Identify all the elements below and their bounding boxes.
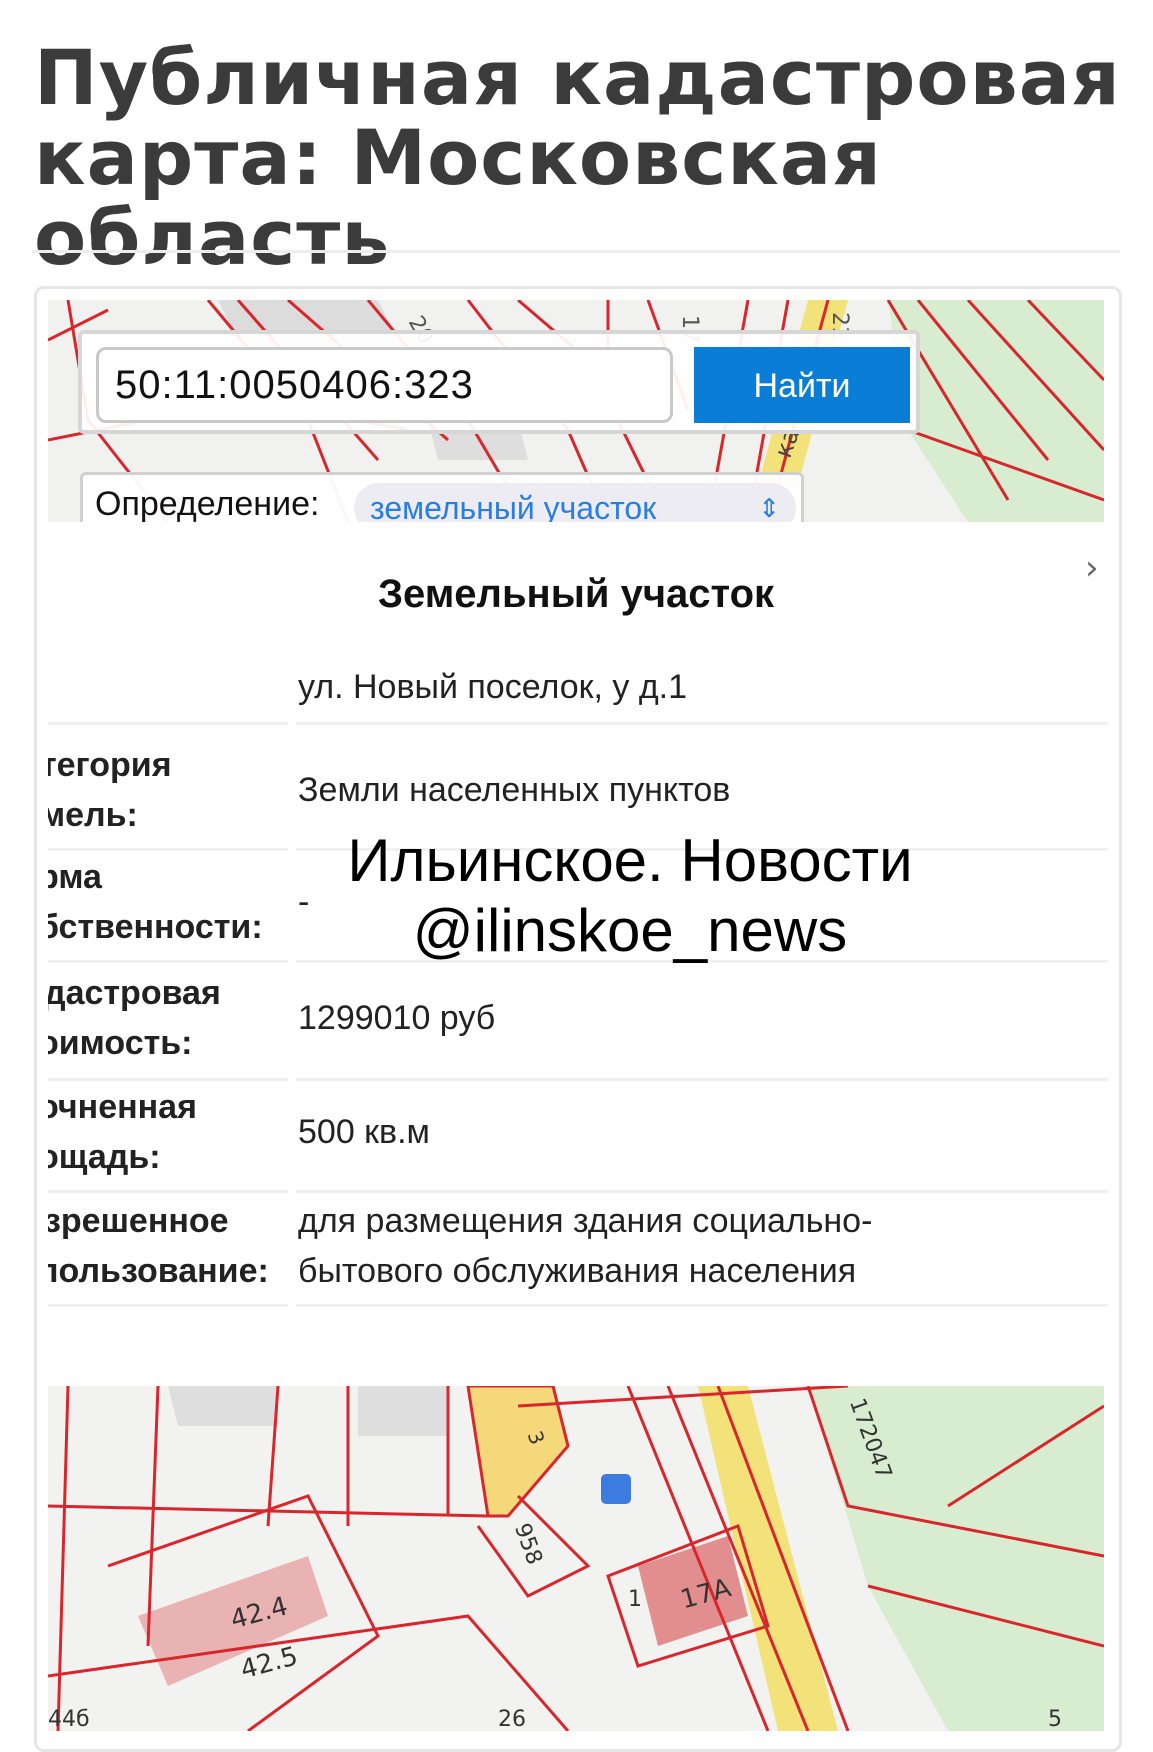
row-divider — [48, 1304, 288, 1307]
row-divider — [296, 722, 1108, 725]
popup-title: Земельный участок — [377, 572, 775, 616]
info-label: дастровая оимость: — [48, 974, 221, 1062]
page-title: Публичная кадастровая карта: Московская … — [34, 38, 1124, 278]
info-label: очненная ощадь: — [48, 1088, 197, 1176]
info-value: 1299010 руб — [298, 999, 496, 1037]
watermark-line2: @ilinskoe_news — [412, 897, 848, 964]
row-divider — [296, 1190, 1108, 1193]
map-label-446: 44б — [48, 1707, 90, 1731]
page-title-line1: Публичная кадастровая — [34, 33, 1121, 122]
info-label: тегория мель: — [48, 746, 172, 834]
info-value: ул. Новый поселок, у д.1 — [298, 668, 688, 706]
map-label-26: 26 — [498, 1707, 526, 1731]
map-view-bottom[interactable]: 958 172047 17А 42.4 42.5 44б 1 3 26 5 — [48, 1386, 1104, 1731]
row-divider — [48, 722, 288, 725]
find-button[interactable]: Найти — [694, 347, 910, 423]
info-value: 500 кв.м — [298, 1113, 430, 1151]
row-divider — [48, 1078, 288, 1081]
row-divider — [48, 960, 288, 963]
watermark-line1: Ильинское. Новости — [347, 827, 913, 894]
row-divider — [48, 848, 288, 851]
definition-label: Определение: — [95, 485, 320, 523]
info-value: Земли населенных пунктов — [298, 771, 731, 809]
popup-pointer — [492, 1345, 560, 1381]
row-divider — [296, 1078, 1108, 1081]
page-title-line2: карта: Московская область — [34, 113, 882, 282]
chevron-right-icon[interactable]: › — [1085, 548, 1099, 588]
row-divider — [48, 1190, 288, 1193]
map-label-1: 1 — [628, 1587, 642, 1612]
title-divider — [32, 250, 1120, 253]
row-divider — [296, 1304, 1108, 1307]
definition-selected-value: земельный участок — [370, 490, 657, 526]
cadastral-number-input[interactable] — [96, 347, 673, 423]
map-label-5: 5 — [1048, 1707, 1062, 1731]
info-label: рма бственности: — [48, 858, 263, 946]
watermark: Ильинское. Новости @ilinskoe_news — [290, 826, 970, 966]
info-value: для размещения здания социально- бытовог… — [298, 1202, 873, 1290]
info-label: зрешенное пользование: — [48, 1202, 269, 1290]
